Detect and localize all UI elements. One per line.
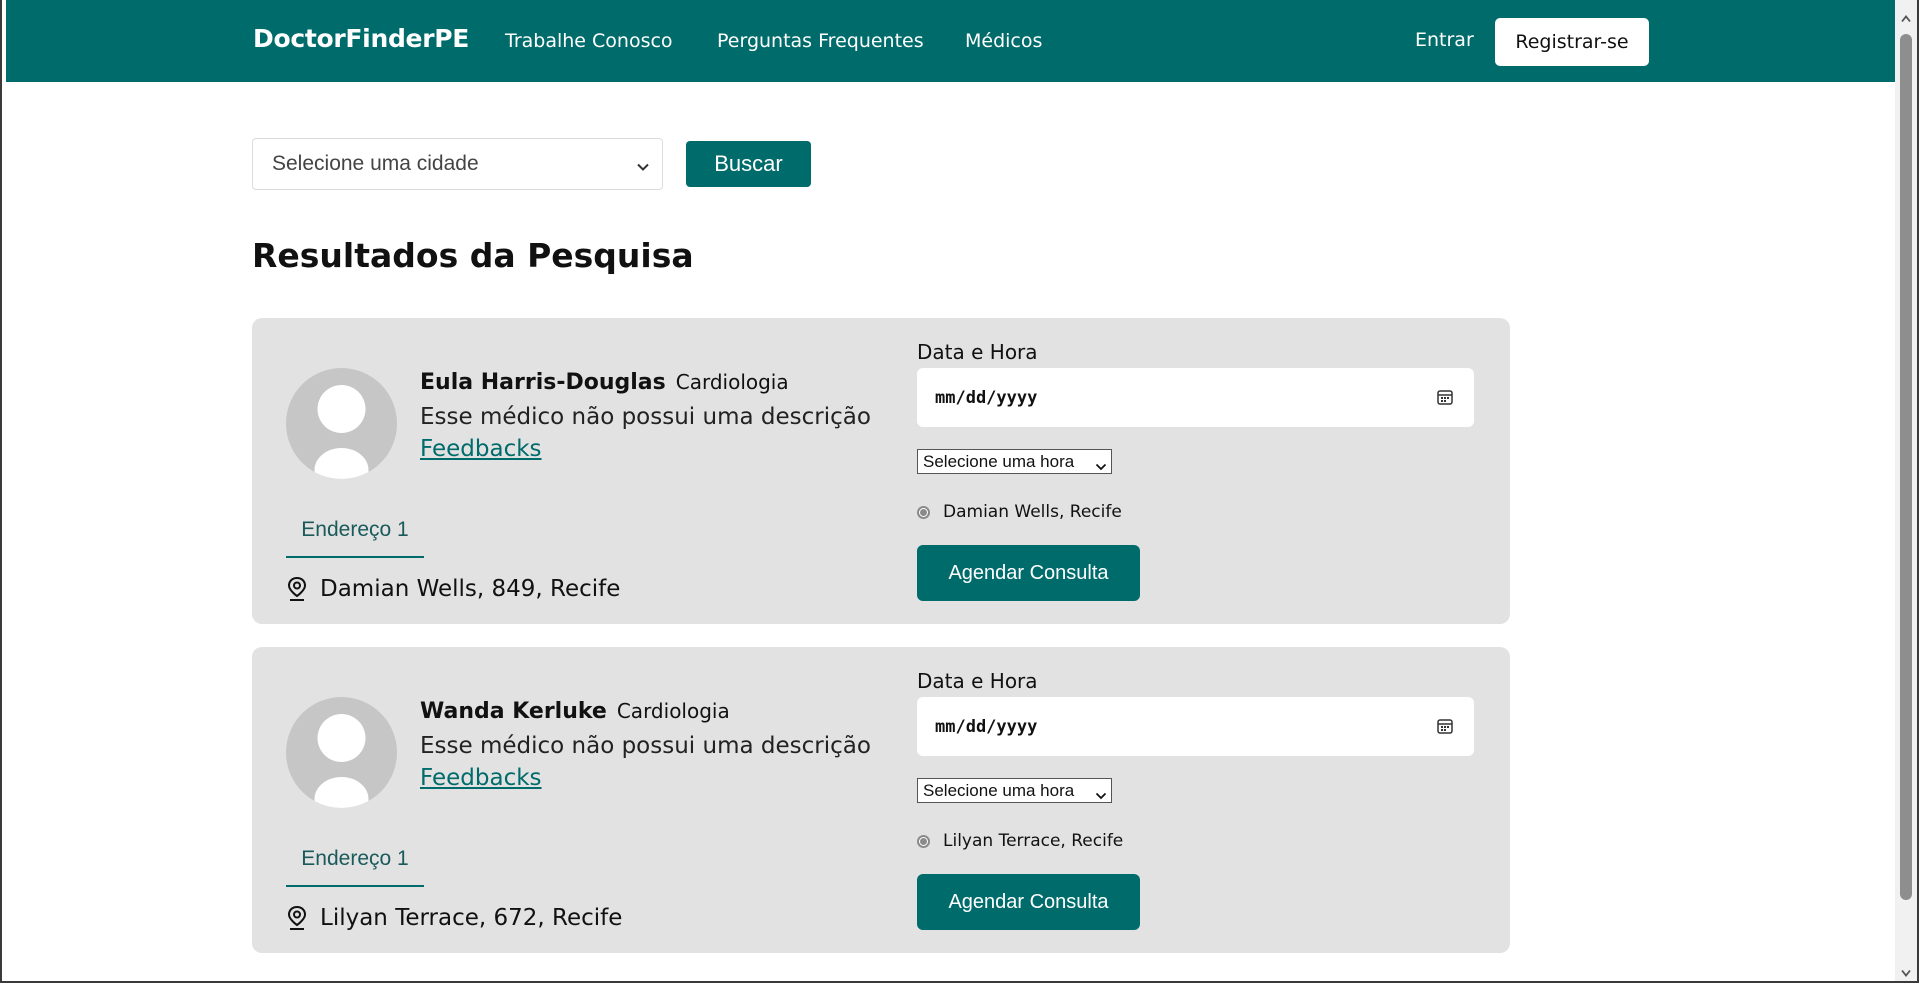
hour-select-value: Selecione uma hora	[923, 780, 1075, 800]
doctor-specialty: Cardiologia	[675, 370, 789, 394]
doctor-name-text: Wanda Kerluke	[420, 699, 607, 724]
doctor-specialty: Cardiologia	[616, 699, 730, 723]
location-radio-label: Lilyan Terrace, Recife	[943, 831, 1124, 851]
doctor-name: Eula Harris-Douglas Cardiologia	[420, 370, 789, 395]
radio-button[interactable]	[917, 505, 930, 519]
tab-address-1[interactable]: Endereço 1	[286, 510, 424, 558]
search-button[interactable]: Buscar	[686, 141, 811, 187]
feedbacks-link[interactable]: Feedbacks	[420, 436, 542, 462]
chevron-down-icon	[1095, 786, 1107, 806]
nav-link-trabalhe-conosco[interactable]: Trabalhe Conosco	[505, 30, 673, 52]
avatar-placeholder-icon	[286, 368, 397, 479]
hour-select[interactable]: Selecione uma hora	[917, 449, 1112, 474]
calendar-icon[interactable]	[1436, 388, 1454, 411]
hour-select[interactable]: Selecione uma hora	[917, 778, 1112, 803]
date-input-placeholder: mm/dd/yyyy	[935, 387, 1038, 408]
doctor-name: Wanda Kerluke Cardiologia	[420, 699, 730, 724]
location-pin-icon	[286, 576, 308, 602]
location-radio-option[interactable]: Lilyan Terrace, Recife	[917, 831, 1123, 851]
vertical-scrollbar[interactable]	[1895, 0, 1917, 983]
calendar-icon[interactable]	[1436, 717, 1454, 740]
doctor-address: Damian Wells, 849, Recife	[286, 576, 620, 602]
date-input-placeholder: mm/dd/yyyy	[935, 716, 1038, 737]
location-radio-option[interactable]: Damian Wells, Recife	[917, 502, 1122, 522]
city-select-value: Selecione uma cidade	[272, 152, 479, 175]
doctor-name-text: Eula Harris-Douglas	[420, 370, 666, 395]
login-link[interactable]: Entrar	[1415, 29, 1474, 51]
city-select[interactable]: Selecione uma cidade	[252, 138, 663, 190]
brand-logo[interactable]: DoctorFinderPE	[253, 24, 469, 53]
datetime-label: Data e Hora	[917, 340, 1038, 364]
chevron-down-icon	[636, 156, 650, 180]
scroll-down-arrow-icon[interactable]	[1901, 962, 1911, 981]
location-pin-icon	[286, 905, 308, 931]
feedbacks-link[interactable]: Feedbacks	[420, 765, 542, 791]
avatar-placeholder-icon	[286, 697, 397, 808]
scrollbar-thumb[interactable]	[1900, 34, 1912, 900]
date-input[interactable]: mm/dd/yyyy	[917, 697, 1474, 756]
tab-address-1[interactable]: Endereço 1	[286, 839, 424, 887]
location-radio-label: Damian Wells, Recife	[943, 502, 1122, 522]
doctor-description: Esse médico não possui uma descrição	[420, 404, 871, 430]
doctor-address-text: Damian Wells, 849, Recife	[320, 576, 621, 602]
nav-link-medicos[interactable]: Médicos	[965, 30, 1042, 52]
chevron-down-icon	[1095, 457, 1107, 477]
scroll-up-arrow-icon[interactable]	[1901, 8, 1911, 27]
doctor-address-text: Lilyan Terrace, 672, Recife	[320, 905, 623, 931]
doctor-card: Eula Harris-Douglas Cardiologia Esse médi…	[252, 318, 1510, 624]
book-appointment-button[interactable]: Agendar Consulta	[917, 874, 1140, 930]
doctor-card: Wanda Kerluke Cardiologia Esse médico não…	[252, 647, 1510, 953]
doctor-description: Esse médico não possui uma descrição	[420, 733, 871, 759]
nav-link-perguntas-frequentes[interactable]: Perguntas Frequentes	[717, 30, 924, 52]
doctor-address: Lilyan Terrace, 672, Recife	[286, 905, 622, 931]
datetime-label: Data e Hora	[917, 669, 1038, 693]
results-title: Resultados da Pesquisa	[252, 236, 694, 275]
register-button[interactable]: Registrar-se	[1495, 18, 1649, 66]
radio-button[interactable]	[917, 834, 930, 848]
book-appointment-button[interactable]: Agendar Consulta	[917, 545, 1140, 601]
top-navbar: DoctorFinderPE Trabalhe Conosco Pergunta…	[6, 0, 1895, 82]
date-input[interactable]: mm/dd/yyyy	[917, 368, 1474, 427]
hour-select-value: Selecione uma hora	[923, 451, 1075, 471]
